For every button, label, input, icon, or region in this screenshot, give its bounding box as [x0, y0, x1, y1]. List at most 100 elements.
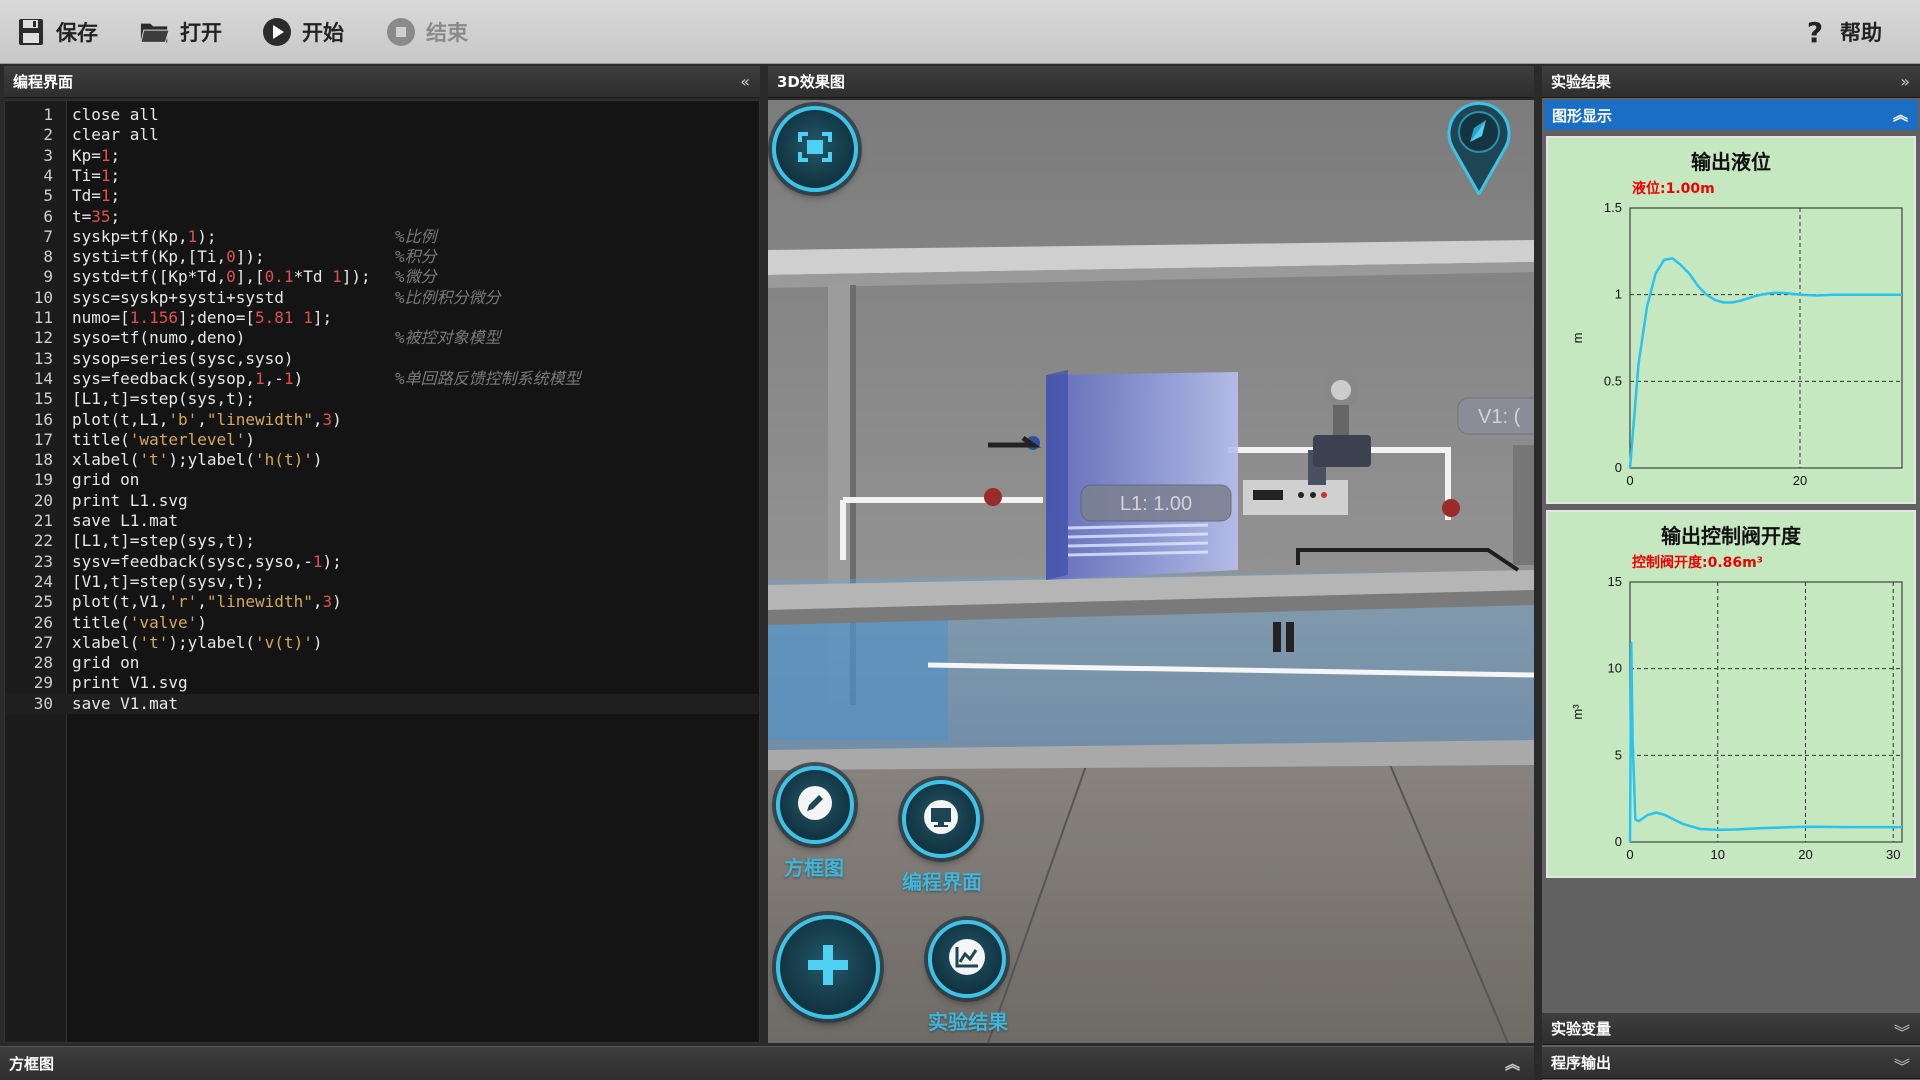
code-line[interactable]: 29 print V1.svg — [5, 673, 759, 693]
code-text: numo=[1.156];deno=[5.81 1]; — [72, 308, 333, 327]
expand-variables-icon[interactable]: ︾ — [1894, 1019, 1910, 1043]
code-line[interactable]: 21 save L1.mat — [5, 511, 759, 531]
view-panel-header: 3D效果图 — [768, 66, 1534, 98]
code-text: Td=1; — [72, 186, 121, 206]
compass-button[interactable] — [1446, 100, 1512, 198]
code-text: [L1,t]=step(sys,t); — [72, 389, 256, 409]
expand-output-icon[interactable]: ︾ — [1894, 1053, 1910, 1077]
fullscreen-button[interactable] — [772, 106, 858, 192]
y-tick-label: 10 — [1608, 661, 1622, 676]
x-tick-label: 0 — [1626, 473, 1633, 488]
code-line[interactable]: 30 save V1.mat — [5, 693, 759, 714]
series-line — [1628, 641, 1902, 843]
code-line[interactable]: 18 xlabel('t');ylabel('h(t)') — [5, 450, 759, 470]
3d-view[interactable]: L1: 1.00 V1: ( 方框图 编程界面 实验结果 — [768, 100, 1534, 1043]
line-number: 21 — [33, 511, 53, 530]
open-button[interactable]: 打开 — [140, 12, 222, 52]
results-panel-header[interactable]: 实验结果 » — [1542, 66, 1920, 98]
code-text: systd=tf([Kp*Td,0],[0.1*Td 1]); — [72, 267, 371, 287]
output-panel-header[interactable]: 程序输出 ︾ — [1542, 1047, 1920, 1079]
line-number: 14 — [33, 368, 53, 388]
code-text: save V1.mat — [72, 693, 178, 713]
save-button[interactable]: 保存 — [16, 12, 98, 52]
code-line[interactable]: 5 Td=1; — [5, 186, 759, 206]
code-line[interactable]: 19 grid on — [5, 470, 759, 490]
stop-icon — [386, 17, 416, 47]
code-line[interactable]: 28 grid on — [5, 653, 759, 673]
code-line[interactable]: 22 [L1,t]=step(sys,t); — [5, 531, 759, 551]
graph-section-header[interactable]: 图形显示 ︽ — [1544, 100, 1918, 130]
code-line[interactable]: 14 sys=feedback(sysop,1,-1) %单回路反馈控制系统模型 — [5, 368, 759, 389]
code-line[interactable]: 9 systd=tf([Kp*Td,0],[0.1*Td 1]); %微分 — [5, 267, 759, 287]
code-text: print L1.svg — [72, 490, 188, 510]
line-number: 10 — [33, 287, 53, 307]
code-view-button[interactable] — [902, 780, 980, 858]
stop-button[interactable]: 结束 — [386, 12, 468, 52]
line-number: 23 — [33, 551, 53, 571]
line-number: 28 — [33, 653, 53, 673]
code-line[interactable]: 24 [V1,t]=step(sysv,t); — [5, 571, 759, 592]
code-line[interactable]: 7 syskp=tf(Kp,1); %比例 — [5, 227, 759, 247]
code-text: t=35; — [72, 206, 121, 226]
x-tick-label: 20 — [1793, 473, 1807, 488]
code-line[interactable]: 26 title('valve') — [5, 612, 759, 633]
x-tick-label: 10 — [1711, 847, 1725, 862]
start-label: 开始 — [302, 21, 344, 45]
code-text: [V1,t]=step(sysv,t); — [72, 571, 265, 591]
code-line[interactable]: 15 [L1,t]=step(sys,t); — [5, 389, 759, 409]
code-panel-title: 编程界面 — [13, 73, 74, 91]
code-text: xlabel('t');ylabel('h(t)') — [72, 450, 323, 470]
result-view-label: 实验结果 — [928, 1010, 1008, 1034]
block-diagram-panel-header[interactable]: 方框图 ︽ — [0, 1046, 1534, 1080]
save-icon — [16, 17, 46, 47]
code-line[interactable]: 23 sysv=feedback(sysc,syso,-1); — [5, 551, 759, 572]
result-view-button[interactable] — [928, 920, 1006, 998]
code-line[interactable]: 6 t=35; — [5, 206, 759, 227]
line-number: 5 — [43, 186, 53, 206]
line-number: 2 — [43, 125, 53, 145]
code-line[interactable]: 10 sysc=syskp+systi+systd %比例积分微分 — [5, 287, 759, 308]
line-number: 17 — [33, 429, 53, 449]
code-line[interactable]: 20 print L1.svg — [5, 490, 759, 511]
code-line[interactable]: 12 syso=tf(numo,deno) %被控对象模型 — [5, 328, 759, 348]
code-line[interactable]: 27 xlabel('t');ylabel('v(t)') — [5, 633, 759, 653]
code-line[interactable]: 4 Ti=1; — [5, 166, 759, 186]
code-text: Kp=1; — [72, 145, 121, 165]
code-line[interactable]: 11 numo=[1.156];deno=[5.81 1]; — [5, 308, 759, 328]
block-diagram-button[interactable] — [776, 766, 854, 844]
code-line[interactable]: 8 systi=tf(Kp,[Ti,0]); %积分 — [5, 247, 759, 267]
y-tick-label: 1 — [1615, 287, 1622, 302]
line-number: 19 — [33, 470, 53, 490]
code-line[interactable]: 13 sysop=series(sysc,syso) — [5, 348, 759, 369]
add-button[interactable] — [776, 915, 880, 1019]
line-number: 3 — [43, 145, 53, 165]
code-line[interactable]: 2 clear all — [5, 125, 759, 145]
code-text: sysc=syskp+systi+systd — [72, 287, 284, 307]
collapse-left-icon[interactable]: « — [740, 72, 750, 91]
results-panel-title: 实验结果 — [1551, 73, 1612, 91]
start-button[interactable]: 开始 — [262, 12, 344, 52]
collapse-right-icon[interactable]: » — [1900, 72, 1910, 91]
expand-up-icon[interactable]: ︽ — [1505, 1053, 1520, 1074]
line-number: 15 — [33, 389, 53, 409]
code-line[interactable]: 16 plot(t,L1,'b',"linewidth",3) — [5, 410, 759, 430]
code-editor[interactable]: 1 close all 2 clear all 3 Kp=1; 4 Ti=1; 5 Td=1; 6 t… — [4, 100, 760, 1043]
block-diagram-label: 方框图 — [784, 856, 844, 880]
line-number: 26 — [33, 612, 53, 632]
code-line[interactable]: 25 plot(t,V1,'r',"linewidth",3) — [5, 592, 759, 612]
code-text: close all — [72, 105, 159, 124]
code-line[interactable]: 17 title('waterlevel') — [5, 429, 759, 450]
code-line[interactable]: 1 close all — [5, 105, 759, 125]
code-line[interactable]: 3 Kp=1; — [5, 145, 759, 166]
variables-panel-header[interactable]: 实验变量 ︾ — [1542, 1013, 1920, 1045]
help-button[interactable]: ? 帮助 — [1800, 12, 1882, 52]
valve-chart: 输出控制阀开度 控制阀开度:0.86m³ 0 5 10 15 0 10 20 30 m³ — [1546, 510, 1916, 878]
code-text: clear all — [72, 125, 159, 145]
pencil-icon — [797, 785, 833, 825]
open-label: 打开 — [180, 21, 222, 45]
plus-icon — [805, 942, 851, 992]
plot-frame — [1629, 207, 1903, 469]
stop-label: 结束 — [426, 21, 468, 45]
collapse-up-icon[interactable]: ︽ — [1893, 104, 1908, 125]
code-text: sysop=series(sysc,syso) — [72, 348, 294, 368]
